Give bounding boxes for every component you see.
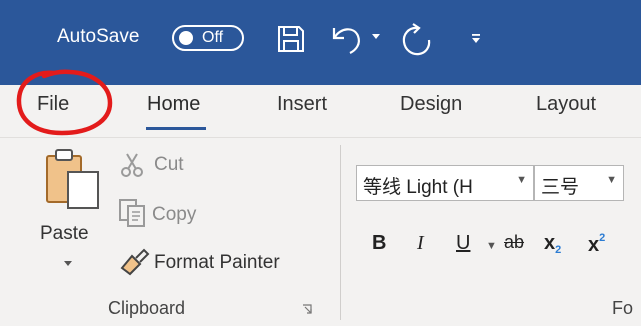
font-name-dropdown[interactable]: 等线 Light (H ▼ <box>356 165 534 201</box>
autosave-toggle[interactable]: Off <box>172 25 244 51</box>
customize-qat-icon[interactable] <box>470 33 482 45</box>
subscript-button[interactable]: x2 <box>544 232 561 256</box>
subscript-glyph: x <box>544 232 556 254</box>
undo-icon[interactable] <box>330 22 366 56</box>
annotation-circle <box>16 69 113 136</box>
font-name-value: 等线 Light (H <box>363 177 473 198</box>
tab-insert[interactable]: Insert <box>277 93 327 116</box>
tab-home[interactable]: Home <box>147 93 200 116</box>
font-size-value: 三号 <box>541 177 580 198</box>
bold-button[interactable]: B <box>372 232 386 255</box>
superscript-glyph: x <box>588 234 600 256</box>
redo-icon[interactable] <box>398 22 434 58</box>
format-painter-button[interactable]: Format Painter <box>154 252 280 274</box>
strikethrough-button[interactable]: ab <box>504 232 524 253</box>
chevron-down-icon: ▼ <box>516 174 527 186</box>
autosave-label: AutoSave <box>57 26 140 47</box>
superscript-button[interactable]: x2 <box>588 232 605 257</box>
font-size-dropdown[interactable]: 三号 ▼ <box>534 165 624 201</box>
paste-dropdown-icon[interactable] <box>63 260 73 267</box>
autosave-state: Off <box>202 29 224 46</box>
chevron-down-icon: ▼ <box>606 174 617 186</box>
italic-button[interactable]: I <box>417 232 424 255</box>
save-icon[interactable] <box>276 24 306 54</box>
underline-button[interactable]: U <box>456 232 470 255</box>
dialog-launcher-icon[interactable] <box>302 304 314 316</box>
copy-button[interactable]: Copy <box>152 204 196 226</box>
tab-design[interactable]: Design <box>400 93 462 116</box>
toggle-knob <box>179 31 193 45</box>
active-tab-indicator <box>146 127 206 130</box>
scissors-icon <box>121 153 143 177</box>
cut-button[interactable]: Cut <box>154 154 184 176</box>
superscript-mark: 2 <box>599 232 606 244</box>
undo-dropdown-icon[interactable] <box>371 33 381 41</box>
underline-dropdown-icon[interactable]: ▼ <box>486 240 497 252</box>
tab-layout[interactable]: Layout <box>536 93 596 116</box>
group-divider <box>340 145 341 320</box>
copy-icon <box>119 199 145 227</box>
clipboard-group-label: Clipboard <box>108 298 186 318</box>
subscript-mark: 2 <box>555 244 562 256</box>
format-painter-icon <box>120 248 150 276</box>
paste-icon[interactable] <box>44 146 102 212</box>
font-group-label: Fo <box>612 298 634 318</box>
paste-label[interactable]: Paste <box>40 223 89 245</box>
